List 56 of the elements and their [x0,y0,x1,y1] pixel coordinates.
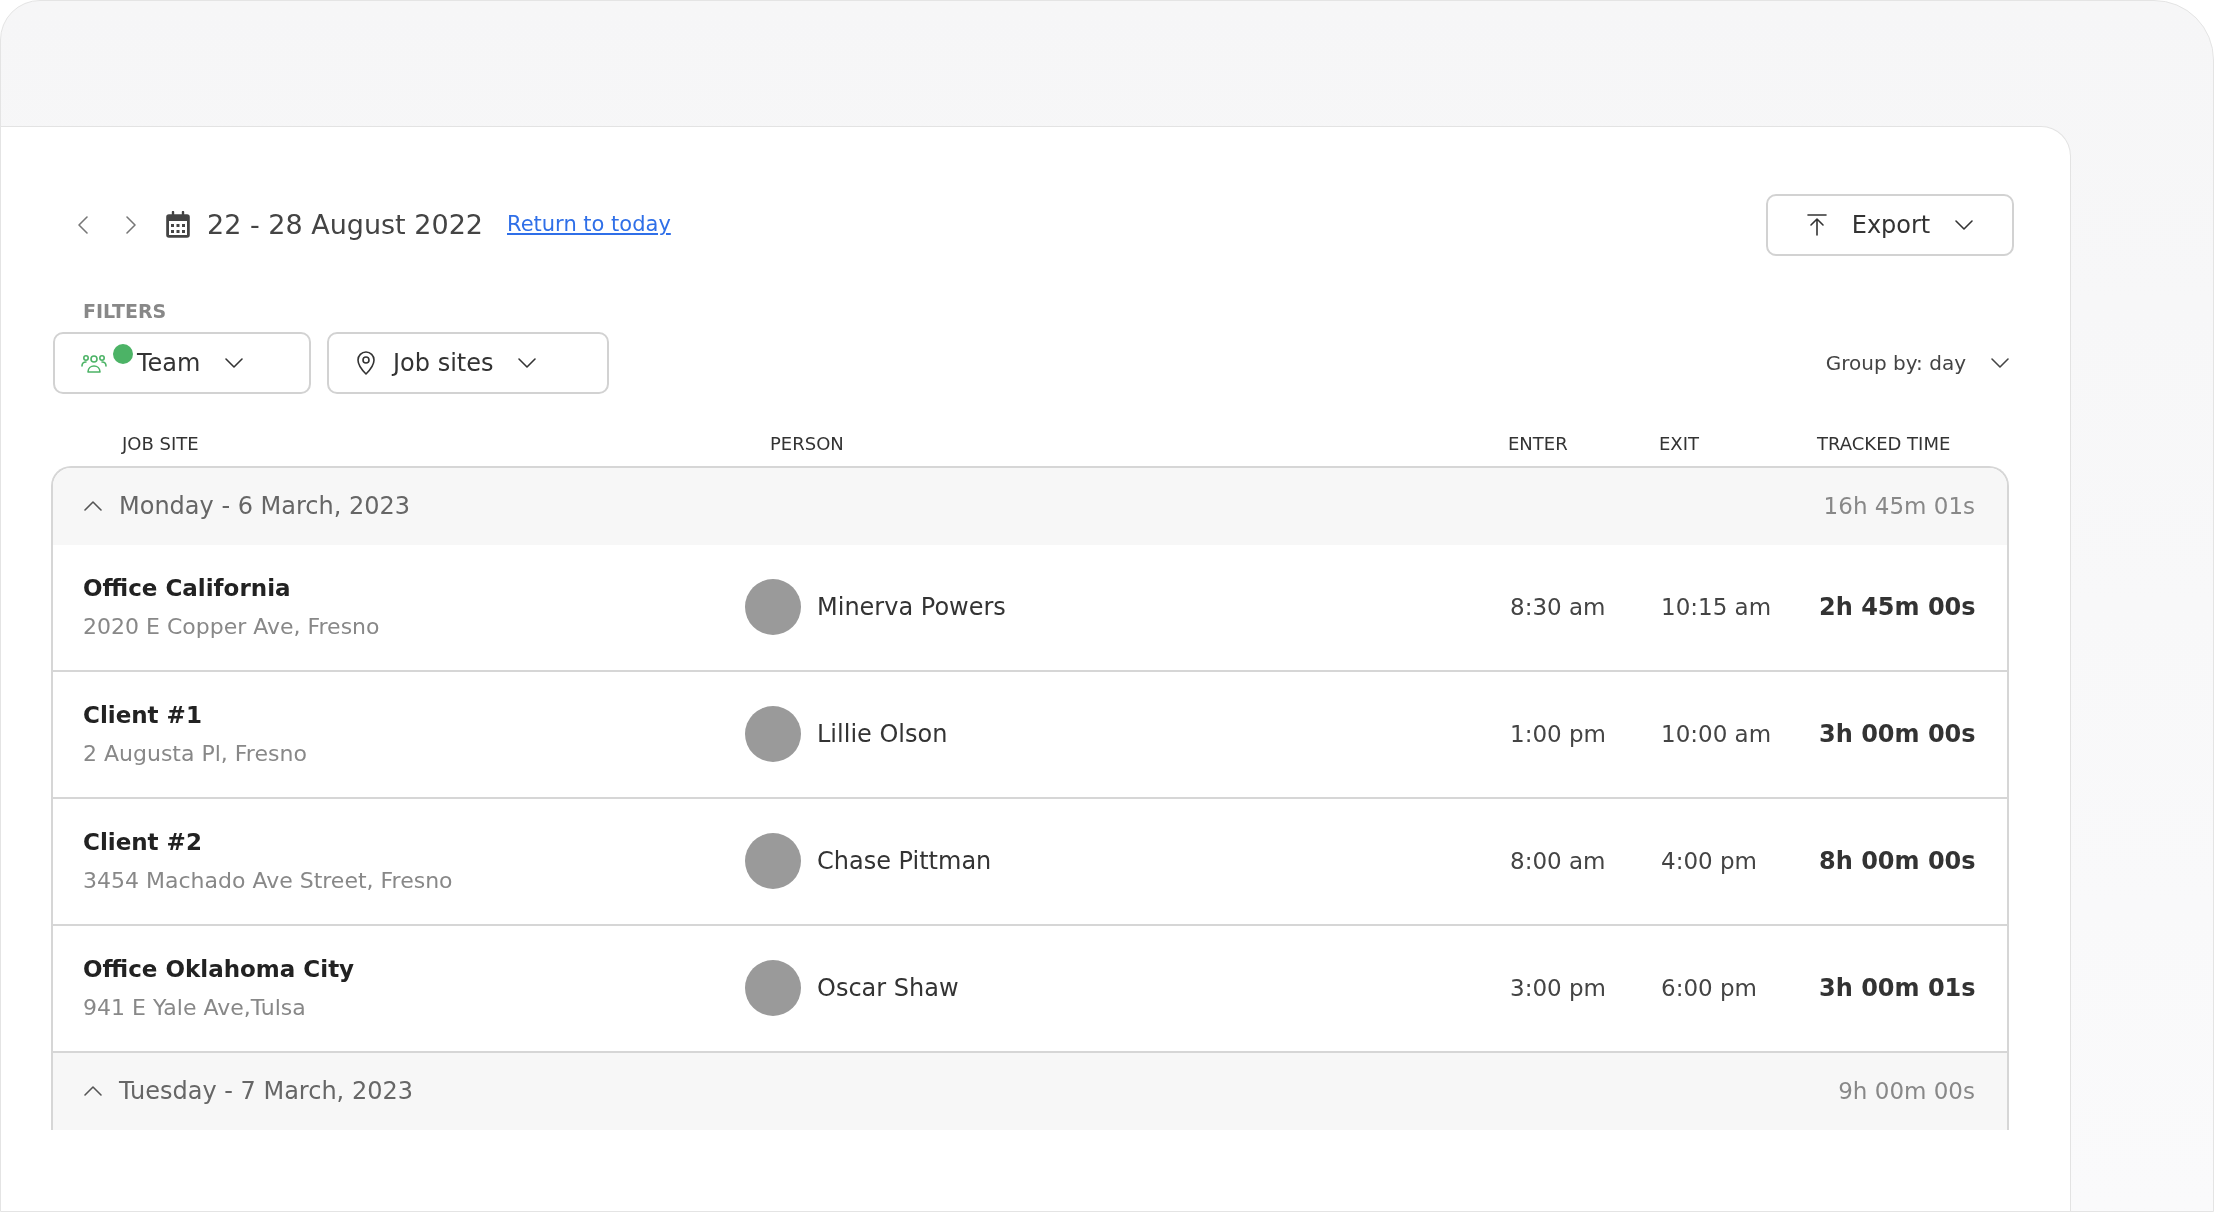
tracked-time: 3h 00m 00s [1819,719,1977,750]
group-total: 16h 45m 01s [1823,491,1975,521]
filter-dropdown[interactable]: Job sites [327,331,609,394]
enter-time: 1:00 pm [1510,719,1607,749]
chevron-down-icon [224,355,245,370]
column-header: PERSON [769,432,845,456]
chevron-down-icon [517,355,538,370]
group-header[interactable]: Monday - 6 March, 2023 16h 45m 01s [53,467,2007,545]
export-button[interactable]: Export [1766,194,2014,256]
site-address: 2020 E Copper Ave, Fresno [83,612,381,641]
column-header: TRACKED TIME [1817,432,1952,456]
site-address: 2 Augusta Pl, Fresno [83,739,308,768]
site-name: Client #1 [83,701,203,731]
return-to-today-link[interactable]: Return to today [507,209,671,241]
site-name: Office Oklahoma City [83,955,356,985]
person-name: Lillie Olson [817,719,948,750]
tracked-time: 2h 45m 00s [1819,592,1977,623]
column-header: JOB SITE [120,432,200,456]
filter-dropdown[interactable]: Team [53,331,311,394]
site-name: Client #2 [83,828,203,858]
group-by-dropdown[interactable]: Group by: day [1825,347,2010,378]
tracked-time: 3h 00m 01s [1819,973,1977,1004]
avatar-placeholder [745,706,801,762]
group-header[interactable]: Tuesday - 7 March, 2023 9h 00m 00s [53,1052,2007,1130]
filters-label: FILTERS [83,299,168,324]
person-name: Minerva Powers [817,592,1006,623]
calendar-icon [165,211,191,239]
exit-time: 10:00 am [1661,719,1773,749]
avatar-placeholder [745,960,801,1016]
group-title: Tuesday - 7 March, 2023 [119,1076,413,1107]
column-header: EXIT [1659,432,1700,456]
person-name: Chase Pittman [817,846,992,877]
site-name: Office California [83,574,292,604]
upload-icon [1805,213,1828,237]
exit-time: 4:00 pm [1661,846,1758,876]
group-title: Monday - 6 March, 2023 [119,491,411,522]
chevron-up-icon [83,1084,103,1098]
chevron-down-icon [1990,355,2010,370]
enter-time: 8:00 am [1510,846,1607,876]
group-total: 9h 00m 00s [1838,1076,1975,1106]
chevron-up-icon [83,499,103,513]
site-address: 3454 Machado Ave Street, Fresno [83,866,454,895]
avatar-placeholder [745,579,801,635]
column-header: ENTER [1508,432,1569,456]
enter-time: 3:00 pm [1510,973,1607,1003]
avatar-placeholder [745,833,801,889]
active-dot [113,343,133,364]
tracked-time: 8h 00m 00s [1819,846,1977,877]
enter-time: 8:30 am [1510,592,1607,622]
chevron-down-icon [1954,218,1975,232]
date-range: 22 - 28 August 2022 [207,207,483,242]
exit-time: 10:15 am [1661,592,1773,622]
exit-time: 6:00 pm [1661,973,1758,1003]
location-pin-icon [355,349,377,376]
person-name: Oscar Shaw [817,973,959,1004]
site-address: 941 E Yale Ave,Tulsa [83,993,307,1022]
